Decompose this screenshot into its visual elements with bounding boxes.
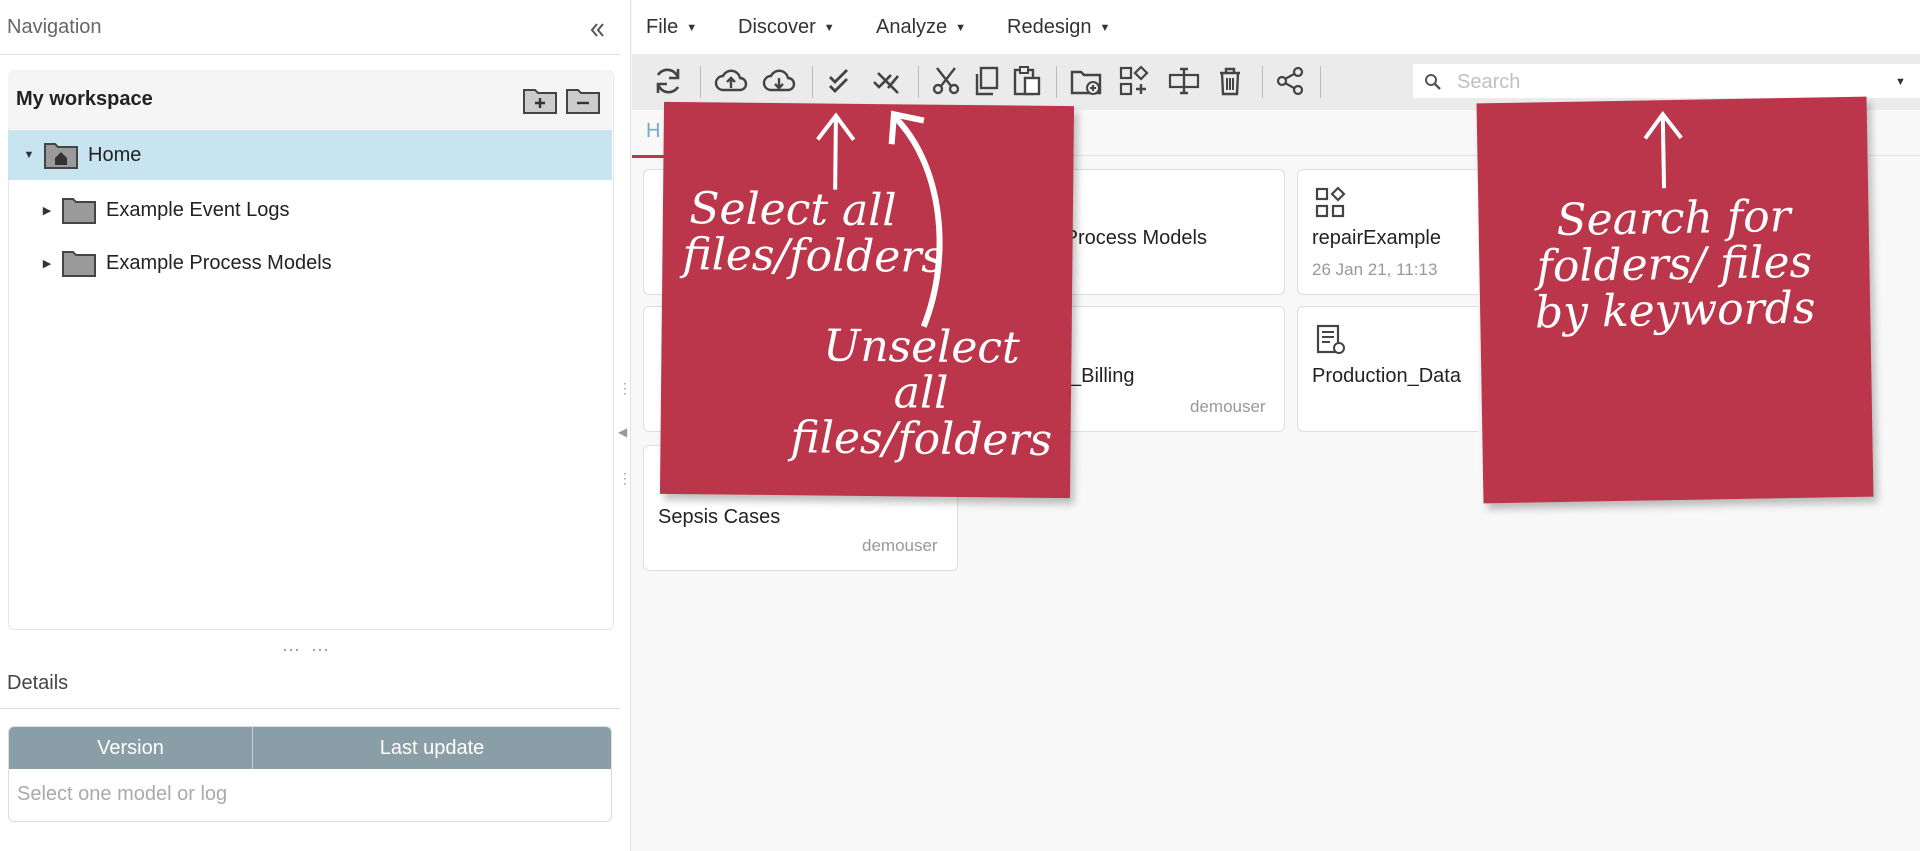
tree-item-label: Example Event Logs (106, 198, 290, 221)
toolbar-separator (700, 66, 701, 98)
caret-down-icon: ▼ (686, 21, 698, 34)
tab-home-label: H (646, 120, 661, 142)
double-chevron-left-icon (590, 23, 604, 37)
menu-label: File (646, 16, 679, 38)
column-header-last-update[interactable]: Last update (253, 727, 611, 769)
menu-label: Redesign (1007, 16, 1092, 38)
scissors-icon (932, 67, 960, 95)
unselect-all-icon (873, 72, 899, 94)
caret-right-icon[interactable]: ▶ (40, 204, 54, 217)
home-folder-icon (44, 143, 78, 169)
toolbar-separator (1262, 66, 1263, 98)
remove-folder-button[interactable] (565, 84, 601, 116)
double-check-icon (829, 69, 848, 93)
paste-button[interactable] (1008, 62, 1046, 100)
arrow-up-icon (1643, 110, 1683, 189)
menu-label: Discover (738, 16, 816, 38)
caret-down-icon[interactable]: ▼ (22, 149, 36, 161)
cloud-download-icon (762, 69, 796, 92)
process-model-icon (1315, 186, 1346, 218)
folder-minus-icon (566, 89, 600, 114)
sticky-note-select: Select all files/folders Unselect all fi… (659, 101, 1075, 499)
collapse-panel-button[interactable] (588, 20, 608, 40)
menu-redesign[interactable]: Redesign ▼ (1007, 16, 1110, 39)
copy-icon (975, 66, 999, 96)
sticky-note-search: Search for folders/ files by keywords (1476, 96, 1874, 504)
gutter-handle[interactable]: ⋮ (618, 380, 632, 397)
tree-item-label: Home (88, 143, 142, 166)
tree-item-label: Example Process Models (106, 251, 332, 274)
menu-discover[interactable]: Discover ▼ (738, 16, 835, 39)
collapse-arrow-icon[interactable]: ◀ (618, 425, 627, 439)
note-select-all-text: Select all files/folders (682, 183, 945, 283)
event-log-icon (1316, 324, 1345, 354)
copy-button[interactable] (967, 62, 1005, 100)
new-process-model-button[interactable] (1115, 62, 1153, 100)
divider (0, 708, 620, 709)
caret-right-icon[interactable]: ▶ (40, 257, 54, 270)
search-icon (1425, 74, 1441, 90)
caret-down-icon: ▼ (1099, 21, 1111, 34)
refresh-icon (656, 68, 680, 94)
add-folder-button[interactable] (522, 84, 558, 116)
upload-button[interactable] (712, 62, 750, 100)
search-dropdown-caret-icon[interactable]: ▼ (1895, 76, 1906, 88)
rename-button[interactable] (1165, 62, 1203, 100)
folder-plus-icon (523, 89, 557, 114)
note-search-text: Search for folders/ files by keywords (1534, 190, 1816, 339)
cut-button[interactable] (927, 62, 965, 100)
folder-icon (62, 251, 96, 277)
tree-item-example-event-logs[interactable]: ▶ Example Event Logs (40, 185, 600, 235)
gutter-handle[interactable]: ⋮ (618, 470, 632, 487)
new-folder-button[interactable] (1067, 62, 1105, 100)
column-header-version[interactable]: Version (9, 727, 253, 769)
toolbar-separator (1320, 66, 1321, 98)
card-date: 26 Jan 21, 11:13 (1312, 260, 1438, 279)
process-model-add-icon (1119, 65, 1149, 96)
share-button[interactable] (1271, 62, 1309, 100)
details-empty-text: Select one model or log (17, 783, 228, 805)
details-title: Details (7, 672, 69, 694)
share-icon (1276, 66, 1304, 96)
select-all-button[interactable] (822, 62, 860, 100)
tree-item-home[interactable]: ▼ Home (8, 130, 612, 180)
menu-analyze[interactable]: Analyze ▼ (876, 16, 966, 39)
toolbar-separator (918, 66, 919, 98)
folder-add-icon (1070, 70, 1102, 95)
item-card[interactable]: repairExample 26 Jan 21, 11:13 (1297, 169, 1478, 295)
card-title: repairExample (1312, 227, 1441, 249)
unselect-all-button[interactable] (868, 62, 906, 100)
caret-down-icon: ▼ (955, 21, 967, 34)
vertical-splitter-handle[interactable]: ⋯ ⋯ (282, 640, 332, 661)
card-title: Production_Data (1312, 365, 1461, 387)
note-unselect-all-text: Unselect all files/folders (790, 320, 1053, 467)
download-button[interactable] (760, 62, 798, 100)
trash-icon (1220, 67, 1240, 96)
card-owner: demouser (862, 536, 938, 555)
toolbar-separator (1056, 66, 1057, 98)
search-input[interactable] (1455, 68, 1879, 96)
caret-down-icon: ▼ (823, 21, 835, 34)
cloud-upload-icon (714, 69, 748, 92)
refresh-button[interactable] (649, 62, 687, 100)
details-table-header: Version Last update (9, 727, 611, 769)
paste-icon (1013, 66, 1041, 96)
rename-icon (1168, 67, 1200, 95)
card-title: _Billing (1070, 365, 1135, 387)
search-box: ▼ (1413, 64, 1920, 98)
arrow-up-icon (816, 112, 856, 190)
card-title: Sepsis Cases (658, 506, 781, 528)
toolbar-separator (812, 66, 813, 98)
menu-file[interactable]: File ▼ (646, 16, 697, 39)
delete-button[interactable] (1211, 62, 1249, 100)
tree-item-example-process-models[interactable]: ▶ Example Process Models (40, 238, 600, 288)
workspace-title: My workspace (16, 88, 153, 110)
details-table: Version Last update Select one model or … (8, 726, 612, 822)
folder-icon (62, 198, 96, 224)
item-card[interactable]: Production_Data (1297, 306, 1478, 432)
card-owner: demouser (1190, 397, 1266, 416)
divider (0, 54, 620, 55)
menu-label: Analyze (876, 16, 948, 38)
navigation-title: Navigation (7, 16, 102, 38)
